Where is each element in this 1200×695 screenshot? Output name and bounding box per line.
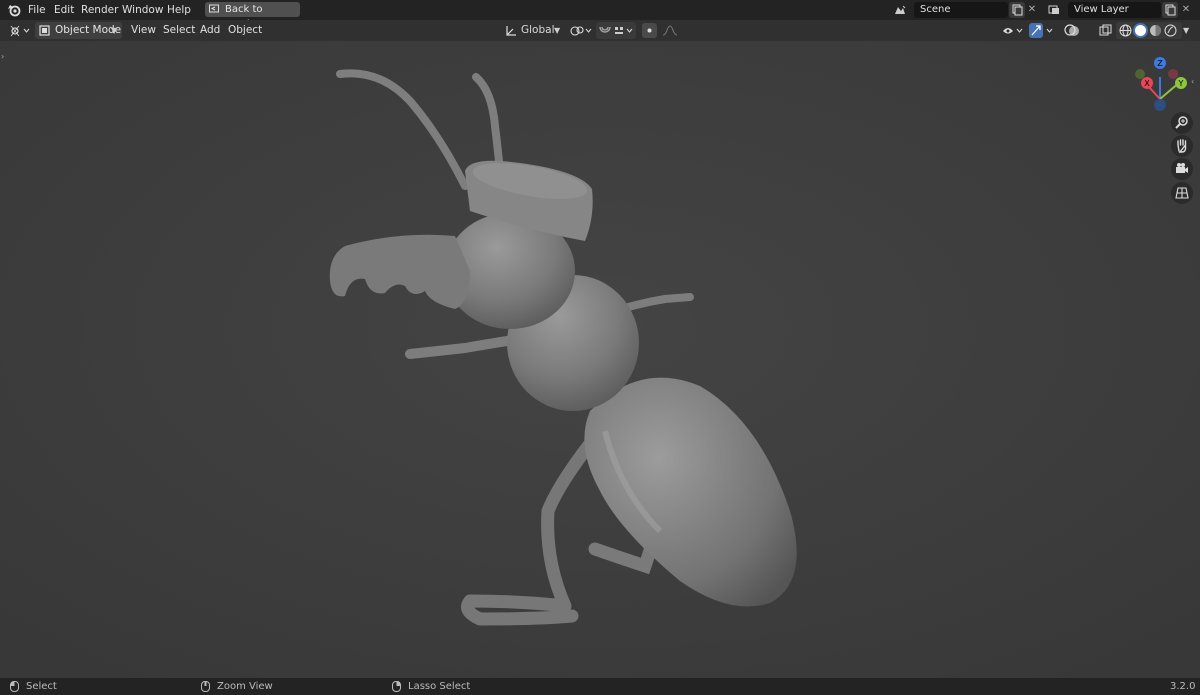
duplicate-icon <box>1165 4 1176 16</box>
rendered-shading-button[interactable] <box>1163 23 1178 38</box>
proportional-editing-icon <box>642 23 678 38</box>
pivot-link-icon <box>570 26 592 36</box>
status-bar: Select Zoom View Lasso Select 3.2.0 <box>0 678 1200 695</box>
delete-view-layer-button[interactable]: ✕ <box>1180 2 1192 18</box>
chevron-down-icon[interactable]: ▼ <box>1183 20 1189 41</box>
editor-type-button[interactable] <box>6 22 32 39</box>
menu-window[interactable]: Window <box>122 0 163 20</box>
proportional-editing-group[interactable] <box>641 22 681 39</box>
gizmo-y-label: Y <box>1178 79 1184 88</box>
transform-orientation-dropdown[interactable]: Global ▼ <box>502 22 564 39</box>
snap-magnet-icon <box>599 26 633 34</box>
mouse-right-icon <box>392 681 401 692</box>
back-to-previous-button[interactable]: Back to Previous <box>205 2 300 30</box>
viewport-canvas: Z X Y <box>0 41 1200 678</box>
view-layer-name-field[interactable]: View Layer <box>1068 2 1161 18</box>
collapse-toolbar-arrow-icon[interactable]: › <box>1 52 4 61</box>
view-layer-browse-button[interactable] <box>1046 2 1062 18</box>
chevron-down-icon: ▼ <box>111 26 118 35</box>
delete-scene-button[interactable]: ✕ <box>1026 2 1038 18</box>
overlays-icon <box>1064 24 1079 36</box>
back-arrow-icon <box>209 4 219 13</box>
3d-viewport[interactable]: Z X Y › ‹ <box>0 41 1200 678</box>
perspective-toggle-button[interactable] <box>1171 182 1193 204</box>
menu-file[interactable]: File <box>28 0 46 20</box>
camera-view-button[interactable] <box>1171 158 1193 180</box>
version-label: 3.2.0 <box>1170 681 1196 692</box>
zoom-icon <box>1175 116 1188 129</box>
view-layer-icon <box>1048 5 1059 14</box>
gizmo-z-label: Z <box>1157 59 1163 68</box>
top-menu-bar: File Edit Render Window Help Back to Pre… <box>0 0 1200 30</box>
overlays-toggle[interactable] <box>1062 22 1082 39</box>
zoom-view-button[interactable] <box>1171 112 1193 134</box>
rendered-sphere-icon <box>1164 24 1177 37</box>
menu-help[interactable]: Help <box>167 0 191 20</box>
material-sphere-icon <box>1150 25 1161 36</box>
duplicate-icon <box>1012 4 1023 16</box>
gizmo-icon <box>1029 23 1053 38</box>
menu-edit[interactable]: Edit <box>54 0 74 20</box>
scene-name-field[interactable]: Scene <box>914 2 1008 18</box>
gizmo-negative-y[interactable] <box>1135 69 1145 79</box>
scene-name-value: Scene <box>920 4 951 15</box>
snap-toggle-group[interactable] <box>596 22 636 39</box>
xray-toggle[interactable] <box>1097 22 1114 39</box>
new-view-layer-button[interactable] <box>1162 2 1178 18</box>
gizmo-x-label: X <box>1144 79 1150 88</box>
chevron-down-icon: ▼ <box>554 26 561 35</box>
camera-icon <box>1176 163 1188 173</box>
new-scene-button[interactable] <box>1009 2 1025 18</box>
pan-hand-icon <box>1177 139 1187 153</box>
object-mode-icon <box>39 25 50 36</box>
object-mode-dropdown[interactable]: Object Mode ▼ <box>35 22 122 39</box>
solid-shading-button[interactable] <box>1133 23 1148 38</box>
gizmo-negative-x[interactable] <box>1168 69 1178 79</box>
orientation-axes-icon <box>506 26 516 36</box>
eye-filter-icon <box>1003 28 1023 34</box>
xray-icon <box>1099 24 1112 36</box>
mouse-left-icon <box>10 681 19 692</box>
solid-sphere-icon <box>1135 25 1146 36</box>
wireframe-sphere-icon <box>1119 24 1132 37</box>
status-lasso-select: Lasso Select <box>408 681 471 692</box>
close-icon: ✕ <box>1181 4 1191 15</box>
shading-mode-group[interactable] <box>1116 22 1182 39</box>
collapse-sidebar-arrow-icon[interactable]: ‹ <box>1191 77 1194 86</box>
status-select: Select <box>26 681 57 692</box>
3d-viewport-icon <box>10 25 30 37</box>
scene-icon <box>895 5 906 14</box>
mouse-middle-icon <box>201 681 210 692</box>
scene-browse-button[interactable] <box>892 2 908 18</box>
header-menu-view[interactable]: View <box>131 20 156 41</box>
gizmo-negative-z[interactable] <box>1154 99 1166 111</box>
pivot-point-dropdown[interactable] <box>568 22 594 39</box>
header-menu-object[interactable]: Object <box>228 20 262 41</box>
status-zoom-view: Zoom View <box>217 681 273 692</box>
menu-render[interactable]: Render <box>81 0 118 20</box>
close-icon: ✕ <box>1027 4 1037 15</box>
gizmo-toggle-dropdown[interactable] <box>1028 22 1056 39</box>
blender-logo-icon[interactable] <box>7 3 21 17</box>
pan-view-button[interactable] <box>1171 135 1193 157</box>
wireframe-shading-button[interactable] <box>1118 23 1133 38</box>
object-visibility-dropdown[interactable] <box>1000 22 1026 39</box>
material-preview-button[interactable] <box>1148 23 1163 38</box>
grid-perspective-icon <box>1175 187 1189 199</box>
transform-orientation-label: Global <box>521 24 555 36</box>
view-layer-name-value: View Layer <box>1074 4 1129 15</box>
viewport-header: Object Mode ▼ View Select Add Object Glo… <box>0 20 1200 41</box>
header-menu-add[interactable]: Add <box>200 20 220 41</box>
header-menu-select[interactable]: Select <box>163 20 195 41</box>
